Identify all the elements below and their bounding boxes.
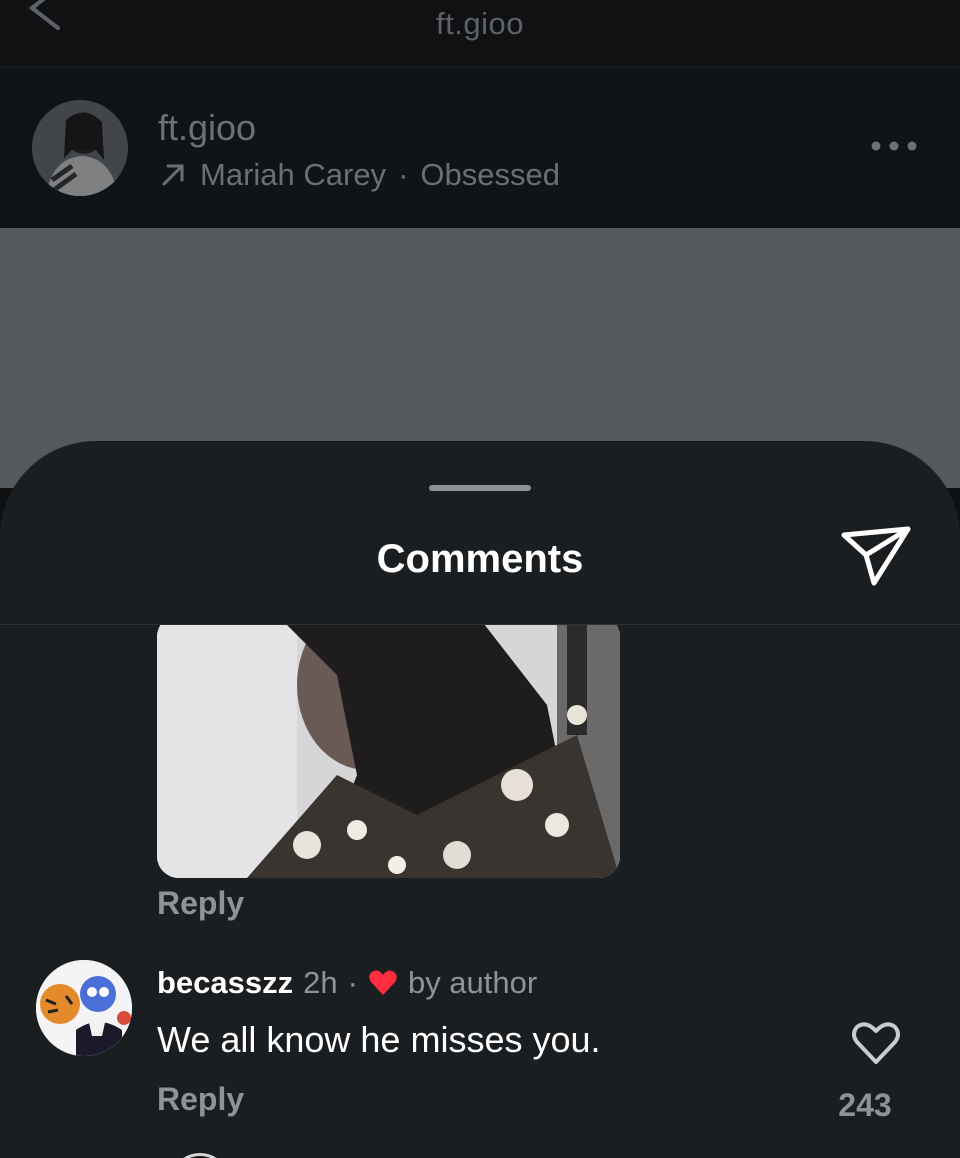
- reply-button[interactable]: Reply: [157, 1081, 244, 1118]
- music-separator: ·: [398, 157, 409, 192]
- post-header: ft.gioo Mariah Carey · Obsessed: [0, 67, 960, 227]
- like-count: 243: [838, 1087, 892, 1123]
- comment-meta: becasszz 2h · by author: [157, 965, 537, 1001]
- music-song: Obsessed: [420, 157, 560, 192]
- arrow-up-right-icon: [162, 164, 184, 186]
- comment-time: 2h: [303, 965, 338, 1000]
- paper-plane-icon[interactable]: [838, 523, 914, 589]
- comments-sheet: Comments Reply becasszz 2h · by author W…: [0, 441, 960, 1158]
- heart-outline-icon[interactable]: [850, 1019, 902, 1067]
- avatar[interactable]: [36, 960, 132, 1056]
- comment-username[interactable]: becasszz: [157, 965, 293, 1001]
- sheet-title: Comments: [376, 537, 584, 581]
- comment-image[interactable]: [157, 625, 620, 878]
- avatar[interactable]: [170, 1153, 230, 1158]
- heart-filled-icon: [369, 970, 397, 995]
- ellipsis-icon[interactable]: [866, 131, 922, 161]
- music-attribution[interactable]: Mariah Carey · Obsessed: [158, 157, 560, 193]
- avatar[interactable]: [32, 100, 128, 196]
- music-artist: Mariah Carey: [200, 157, 387, 192]
- page-title: ft.gioo: [436, 6, 524, 41]
- post-username[interactable]: ft.gioo: [158, 107, 256, 149]
- liked-by-author-label: by author: [407, 965, 538, 1000]
- sheet-grabber[interactable]: [429, 485, 531, 491]
- comments-list[interactable]: Reply becasszz 2h · by author We all kno…: [0, 625, 960, 1158]
- reply-button[interactable]: Reply: [157, 885, 244, 922]
- comment-text: We all know he misses you.: [157, 1019, 601, 1060]
- top-bar: ft.gioo: [0, 0, 960, 67]
- meta-separator: ·: [347, 965, 358, 1000]
